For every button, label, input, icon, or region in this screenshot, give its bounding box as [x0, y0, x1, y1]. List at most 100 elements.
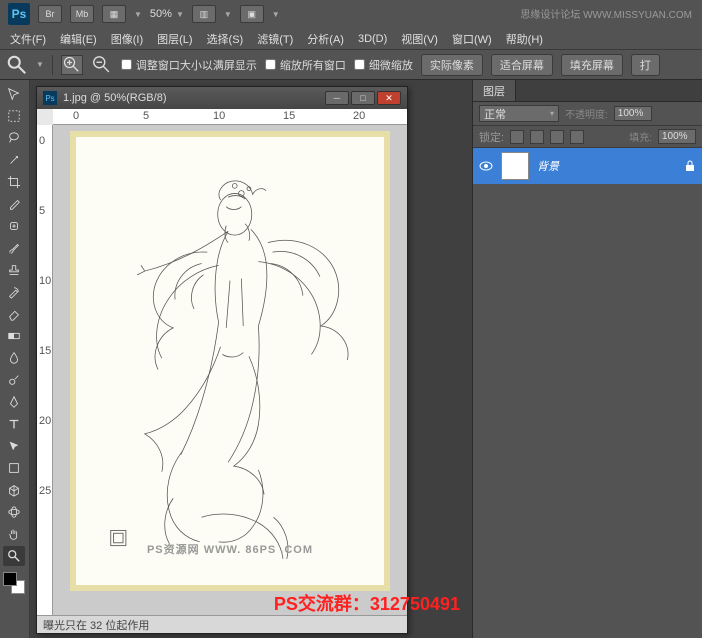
ruler-vertical[interactable]: 0 5 10 15 20 25	[37, 125, 53, 615]
3d-camera-tool[interactable]	[3, 502, 25, 522]
layers-list: 背景	[473, 148, 702, 638]
resize-window-checkbox[interactable]: 调整窗口大小以满屏显示	[121, 57, 257, 73]
maximize-button[interactable]: □	[351, 91, 375, 105]
opacity-input[interactable]: 100%	[614, 106, 652, 121]
menu-filter[interactable]: 滤镜(T)	[257, 31, 293, 47]
pen-tool[interactable]	[3, 392, 25, 412]
layer-name[interactable]: 背景	[537, 158, 676, 174]
blur-tool[interactable]	[3, 348, 25, 368]
layer-row[interactable]: 背景	[473, 148, 702, 184]
dodge-tool[interactable]	[3, 370, 25, 390]
menu-select[interactable]: 选择(S)	[207, 31, 244, 47]
menu-analysis[interactable]: 分析(A)	[307, 31, 344, 47]
bridge-icon[interactable]: Br	[38, 5, 62, 23]
lock-position-icon[interactable]	[550, 130, 564, 144]
lock-all-icon[interactable]	[570, 130, 584, 144]
zoom-all-checkbox[interactable]: 缩放所有窗口	[265, 57, 346, 73]
visibility-icon[interactable]	[479, 159, 493, 173]
menu-file[interactable]: 文件(F)	[10, 31, 46, 47]
document-canvas: PS资源网 WWW. 86PS .COM	[70, 131, 390, 591]
history-brush-tool[interactable]	[3, 282, 25, 302]
lock-pixels-icon[interactable]	[530, 130, 544, 144]
menu-bar: 文件(F) 编辑(E) 图像(I) 图层(L) 选择(S) 滤镜(T) 分析(A…	[0, 28, 702, 50]
canvas-watermark: PS资源网 WWW. 86PS .COM	[147, 541, 313, 557]
chevron-down-icon: ▾	[550, 109, 554, 118]
fill-screen-button[interactable]: 填充屏幕	[561, 54, 623, 76]
menu-window[interactable]: 窗口(W)	[452, 31, 492, 47]
menu-edit[interactable]: 编辑(E)	[60, 31, 97, 47]
chevron-down-icon: ▼	[36, 60, 44, 69]
panel-tabs: 图层	[473, 80, 702, 102]
menu-help[interactable]: 帮助(H)	[506, 31, 543, 47]
zoom-out-icon[interactable]	[91, 55, 113, 75]
marquee-tool[interactable]	[3, 106, 25, 126]
zoom-tool[interactable]	[3, 546, 25, 566]
shape-tool[interactable]	[3, 458, 25, 478]
zoom-in-icon[interactable]	[61, 55, 83, 75]
blend-mode-select[interactable]: 正常▾	[479, 105, 559, 122]
hand-tool[interactable]	[3, 524, 25, 544]
layer-blend-row: 正常▾ 不透明度: 100%	[473, 102, 702, 126]
menu-image[interactable]: 图像(I)	[111, 31, 143, 47]
panels-dock: 图层 正常▾ 不透明度: 100% 锁定: 填充: 100% 背景	[472, 80, 702, 638]
zoom-value: 50%	[150, 8, 172, 20]
viewextras-icon[interactable]: ▦	[102, 5, 126, 23]
status-bar: 曝光只在 32 位起作用	[37, 615, 407, 633]
options-bar: ▼ 调整窗口大小以满屏显示 缩放所有窗口 细微缩放 实际像素 适合屏幕 填充屏幕…	[0, 50, 702, 80]
gradient-tool[interactable]	[3, 326, 25, 346]
move-tool[interactable]	[3, 84, 25, 104]
menu-layer[interactable]: 图层(L)	[157, 31, 192, 47]
minimize-button[interactable]: ─	[325, 91, 349, 105]
arrange-icon[interactable]: ▥	[192, 5, 216, 23]
document-title: 1.jpg @ 50%(RGB/8)	[63, 92, 167, 104]
opacity-label: 不透明度:	[565, 106, 608, 121]
zoom-tool-icon[interactable]	[6, 55, 28, 75]
color-swatch[interactable]	[3, 572, 25, 594]
minibridge-icon[interactable]: Mb	[70, 5, 94, 23]
actual-pixels-button[interactable]: 实际像素	[421, 54, 483, 76]
print-size-button[interactable]: 打	[631, 54, 660, 76]
chevron-down-icon: ▼	[272, 10, 280, 19]
eraser-tool[interactable]	[3, 304, 25, 324]
site-watermark: 思缘设计论坛 WWW.MISSYUAN.COM	[520, 6, 692, 21]
path-select-tool[interactable]	[3, 436, 25, 456]
menu-view[interactable]: 视图(V)	[401, 31, 438, 47]
fit-screen-button[interactable]: 适合屏幕	[491, 54, 553, 76]
fill-label: 填充:	[629, 129, 652, 144]
workspace: Ps 1.jpg @ 50%(RGB/8) ─ □ ✕ 0 5 10 15 20…	[30, 80, 472, 638]
chevron-down-icon: ▼	[224, 10, 232, 19]
ps-logo-icon: Ps	[8, 3, 30, 25]
lasso-tool[interactable]	[3, 128, 25, 148]
document-titlebar[interactable]: Ps 1.jpg @ 50%(RGB/8) ─ □ ✕	[37, 87, 407, 109]
artwork-lineart	[88, 149, 372, 573]
lock-label: 锁定:	[479, 129, 504, 145]
overlay-contact-text: PS交流群：312750491	[274, 590, 460, 616]
fill-input[interactable]: 100%	[658, 129, 696, 144]
layers-tab[interactable]: 图层	[473, 80, 516, 101]
canvas-area[interactable]: PS资源网 WWW. 86PS .COM	[53, 125, 407, 615]
chevron-down-icon: ▼	[176, 10, 184, 19]
brush-tool[interactable]	[3, 238, 25, 258]
type-tool[interactable]	[3, 414, 25, 434]
stamp-tool[interactable]	[3, 260, 25, 280]
lock-icon	[684, 160, 696, 172]
menu-3d[interactable]: 3D(D)	[358, 33, 387, 45]
close-button[interactable]: ✕	[377, 91, 401, 105]
toolbox	[0, 80, 30, 638]
screenmode-icon[interactable]: ▣	[240, 5, 264, 23]
ps-doc-icon: Ps	[43, 91, 57, 105]
scrubby-zoom-checkbox[interactable]: 细微缩放	[354, 57, 413, 73]
wand-tool[interactable]	[3, 150, 25, 170]
separator	[52, 55, 53, 75]
crop-tool[interactable]	[3, 172, 25, 192]
layer-lock-row: 锁定: 填充: 100%	[473, 126, 702, 148]
zoom-level-select[interactable]: 50% ▼	[150, 8, 184, 20]
chevron-down-icon: ▼	[134, 10, 142, 19]
lock-transparency-icon[interactable]	[510, 130, 524, 144]
ruler-horizontal[interactable]: 0 5 10 15 20	[53, 109, 407, 125]
foreground-color[interactable]	[3, 572, 17, 586]
healing-tool[interactable]	[3, 216, 25, 236]
eyedropper-tool[interactable]	[3, 194, 25, 214]
3d-tool[interactable]	[3, 480, 25, 500]
layer-thumbnail[interactable]	[501, 152, 529, 180]
